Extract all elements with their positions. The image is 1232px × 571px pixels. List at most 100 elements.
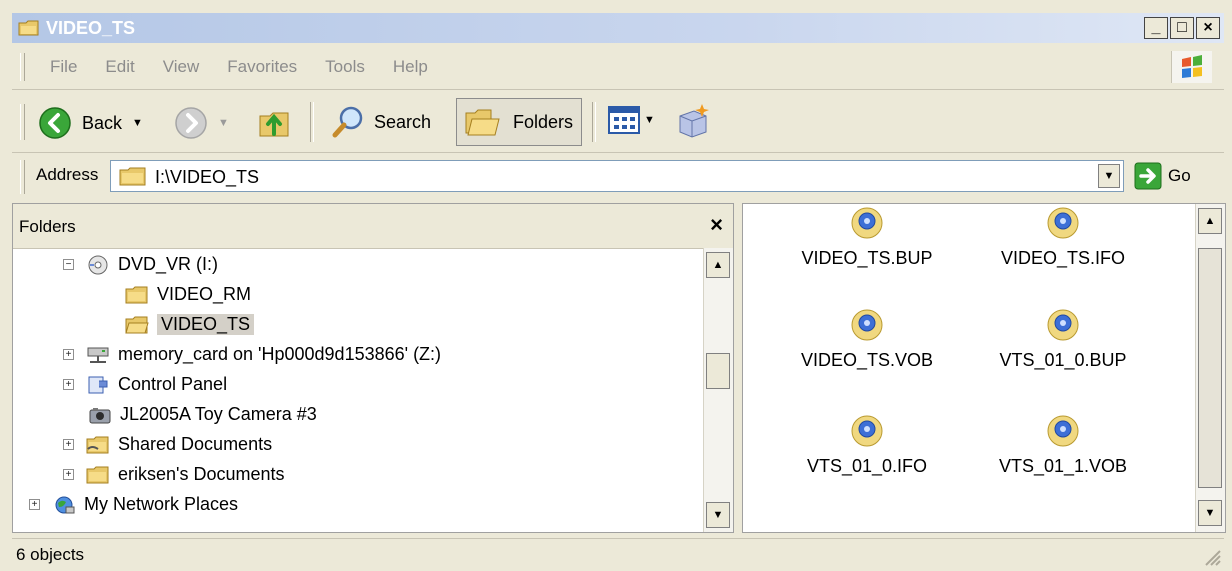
dvd-file-icon	[1047, 207, 1079, 239]
back-label: Back	[82, 112, 123, 133]
toolbar-separator	[592, 102, 596, 142]
maximize-button[interactable]: □	[1170, 17, 1194, 39]
toolbar-grip[interactable]	[20, 104, 25, 140]
tree-item-label: VIDEO_RM	[157, 284, 252, 304]
menu-bar: File Edit View Favorites Tools Help	[12, 45, 1224, 90]
up-folder-icon	[259, 112, 289, 137]
scroll-thumb[interactable]	[706, 353, 730, 389]
chevron-down-icon[interactable]: ▼	[218, 117, 229, 129]
expand-toggle[interactable]: +	[63, 379, 74, 390]
close-button[interactable]: ×	[1196, 17, 1220, 39]
tree-item-dvd-vr[interactable]: − DVD_VR (I:)	[63, 254, 218, 275]
search-label: Search	[374, 111, 432, 132]
shared-folder-icon	[86, 436, 109, 453]
minimize-button[interactable]: _	[1144, 17, 1168, 39]
tree-item-label: Control Panel	[118, 374, 228, 394]
folders-pane: Folders × − DVD_VR (I:) VIDEO_RM VIDEO_T…	[12, 203, 734, 533]
file-name: VTS_01_0.IFO	[806, 456, 928, 476]
go-button[interactable]: Go	[1134, 162, 1191, 190]
tree-item-video-ts[interactable]: VIDEO_TS	[125, 314, 255, 335]
menu-edit[interactable]: Edit	[105, 57, 134, 77]
windows-flag-icon	[1182, 55, 1202, 78]
expand-toggle[interactable]: +	[29, 499, 40, 510]
file-item[interactable]: VTS_01_0.BUP	[973, 308, 1153, 371]
folder-icon	[119, 167, 146, 186]
folder-open-icon	[125, 316, 149, 333]
menu-help[interactable]: Help	[393, 57, 428, 77]
file-item[interactable]: VIDEO_TS.BUP	[777, 206, 957, 269]
dvd-file-icon	[851, 207, 883, 239]
file-name: VTS_01_1.VOB	[998, 456, 1128, 476]
address-bar: Address I:\VIDEO_TS ▼ Go	[12, 154, 1224, 200]
views-icon	[608, 106, 640, 134]
address-input[interactable]: I:\VIDEO_TS ▼	[110, 160, 1124, 192]
dvd-file-icon	[851, 309, 883, 341]
views-button[interactable]: ▼	[608, 106, 655, 134]
folders-label: Folders	[513, 111, 574, 132]
tree-item-eriksens-documents[interactable]: + eriksen's Documents	[63, 464, 285, 485]
toolbar-separator	[310, 102, 314, 142]
close-pane-button[interactable]: ×	[710, 212, 723, 238]
new-folder-button[interactable]	[674, 102, 712, 140]
folders-button[interactable]: Folders	[456, 98, 582, 146]
address-dropdown-button[interactable]: ▼	[1098, 164, 1120, 188]
scroll-thumb[interactable]	[1198, 248, 1222, 488]
file-item[interactable]: VTS_01_1.VOB	[973, 414, 1153, 477]
network-places-icon	[55, 496, 75, 513]
standard-toolbar: Back ▼ ▼ Search Folders ▼	[12, 92, 1224, 153]
tree-item-video-rm[interactable]: VIDEO_RM	[125, 284, 251, 305]
tree-item-toy-camera[interactable]: JL2005A Toy Camera #3	[88, 404, 317, 425]
file-name: VIDEO_TS.IFO	[1000, 248, 1126, 268]
expand-toggle[interactable]: +	[63, 349, 74, 360]
title-bar[interactable]: VIDEO_TS _ □ ×	[12, 13, 1224, 43]
tree-item-shared-documents[interactable]: + Shared Documents	[63, 434, 272, 455]
status-bar: 6 objects	[12, 538, 1224, 569]
tree-item-my-network-places[interactable]: + My Network Places	[29, 494, 238, 515]
forward-button[interactable]: ▼	[174, 106, 229, 140]
folder-icon	[125, 286, 148, 303]
menu-view[interactable]: View	[163, 57, 200, 77]
tree-item-label: eriksen's Documents	[118, 464, 285, 484]
files-scrollbar[interactable]: ▲ ▼	[1195, 204, 1225, 532]
tree-item-memory-card[interactable]: + memory_card on 'Hp000d9d153866' (Z:)	[63, 344, 441, 365]
file-item[interactable]: VIDEO_TS.VOB	[777, 308, 957, 371]
chevron-down-icon[interactable]: ▼	[644, 114, 655, 126]
network-drive-icon	[87, 347, 109, 363]
toolbar-grip[interactable]	[20, 53, 25, 81]
address-value: I:\VIDEO_TS	[155, 167, 260, 187]
collapse-toggle[interactable]: −	[63, 259, 74, 270]
file-item[interactable]: VTS_01_0.IFO	[777, 414, 957, 477]
control-panel-icon	[88, 376, 108, 393]
back-button[interactable]: Back ▼	[38, 106, 143, 140]
toolbar-grip[interactable]	[20, 160, 25, 194]
tree-item-control-panel[interactable]: + Control Panel	[63, 374, 227, 395]
expand-toggle[interactable]: +	[63, 469, 74, 480]
camera-icon	[89, 407, 111, 423]
dvd-file-icon	[1047, 415, 1079, 447]
menu-file[interactable]: File	[50, 57, 77, 77]
file-item[interactable]: VIDEO_TS.IFO	[973, 206, 1153, 269]
search-button[interactable]: Search	[330, 104, 431, 140]
file-name: VIDEO_TS.BUP	[801, 248, 933, 268]
scroll-down-button[interactable]: ▼	[706, 502, 730, 528]
menu-tools[interactable]: Tools	[325, 57, 365, 77]
expand-toggle[interactable]: +	[63, 439, 74, 450]
chevron-down-icon[interactable]: ▼	[132, 117, 143, 129]
dvd-drive-icon	[88, 255, 108, 274]
folders-pane-header: Folders ×	[13, 204, 733, 249]
go-arrow-icon	[1134, 162, 1162, 190]
back-arrow-icon	[39, 107, 71, 139]
up-folder-button[interactable]	[256, 104, 292, 140]
resize-grip-icon[interactable]	[1200, 545, 1222, 567]
search-icon	[332, 106, 363, 138]
folders-pane-title: Folders	[19, 217, 76, 236]
folders-scrollbar[interactable]: ▲ ▼	[703, 248, 733, 532]
tree-item-label: DVD_VR (I:)	[118, 254, 219, 274]
scroll-up-button[interactable]: ▲	[706, 252, 730, 278]
scroll-down-button[interactable]: ▼	[1198, 500, 1222, 526]
tree-item-label: VIDEO_TS	[157, 314, 255, 335]
dvd-file-icon	[851, 415, 883, 447]
dvd-file-icon	[1047, 309, 1079, 341]
scroll-up-button[interactable]: ▲	[1198, 208, 1222, 234]
menu-favorites[interactable]: Favorites	[227, 57, 297, 77]
